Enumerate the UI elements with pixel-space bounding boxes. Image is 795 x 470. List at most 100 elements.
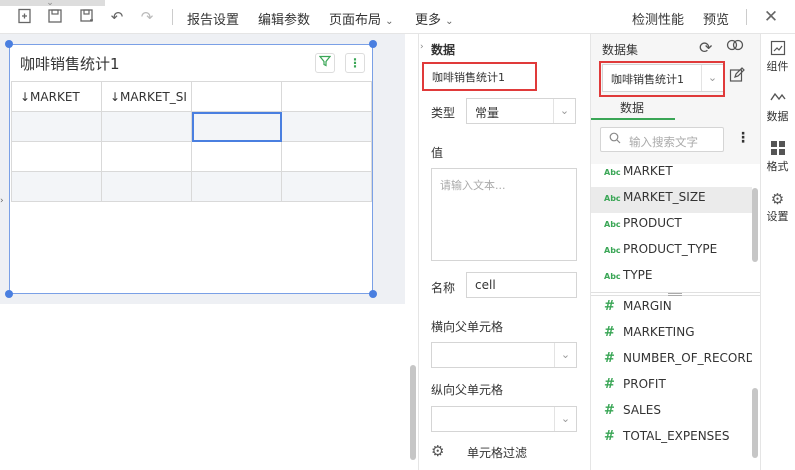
abc-icon: Abc bbox=[604, 168, 621, 177]
table-cell[interactable] bbox=[191, 81, 282, 112]
redo-icon[interactable]: ↷ bbox=[138, 8, 156, 26]
chevron-down-icon: ⌄ bbox=[554, 407, 576, 431]
list-item[interactable]: # MARGIN bbox=[604, 299, 672, 319]
type-value: 常量 bbox=[475, 106, 500, 120]
field-name: SALES bbox=[623, 403, 661, 417]
list-item[interactable]: # TOTAL_EXPENSES bbox=[604, 429, 729, 449]
close-icon[interactable]: ✕ bbox=[762, 8, 780, 26]
list-item[interactable]: Abc PRODUCT bbox=[604, 216, 682, 236]
search-placeholder: 输入搜索文字 bbox=[629, 135, 698, 149]
report-component[interactable]: 咖啡销售统计1 ⋮ ↓MARKET ↓MARKET_SI bbox=[9, 44, 373, 294]
chevron-right-icon[interactable]: › bbox=[0, 196, 8, 210]
number-icon: # bbox=[604, 429, 615, 444]
table-cell[interactable] bbox=[11, 171, 102, 202]
save-as-icon[interactable] bbox=[78, 8, 96, 26]
chevron-down-icon: ⌄ bbox=[385, 16, 394, 27]
undo-icon[interactable]: ↶ bbox=[108, 8, 126, 26]
value-placeholder: 请输入文本... bbox=[440, 179, 506, 192]
list-item[interactable]: # NUMBER_OF_RECORD bbox=[604, 351, 752, 371]
edit-params-button[interactable]: 编辑参数 bbox=[258, 9, 310, 28]
table-cell[interactable] bbox=[281, 171, 372, 202]
rail-label: 组件 bbox=[766, 60, 789, 73]
value-textarea[interactable]: 请输入文本... bbox=[431, 168, 577, 261]
field-name: PROFIT bbox=[623, 377, 666, 391]
list-item[interactable]: # PROFIT bbox=[604, 377, 666, 397]
save-icon[interactable] bbox=[46, 8, 64, 26]
table-cell-market[interactable]: ↓MARKET bbox=[11, 81, 102, 112]
abc-icon: Abc bbox=[604, 220, 621, 229]
v-parent-select[interactable]: ⌄ bbox=[431, 406, 577, 432]
field-name: PRODUCT_TYPE bbox=[623, 242, 718, 256]
link-icon[interactable] bbox=[726, 38, 744, 55]
dataset-name: 咖啡销售统计1 bbox=[432, 71, 505, 84]
search-icon bbox=[609, 132, 621, 147]
resize-handle[interactable] bbox=[369, 290, 377, 298]
rail-item-data[interactable]: 数据 bbox=[760, 90, 795, 124]
table-cell[interactable] bbox=[281, 141, 372, 172]
more-vertical-icon[interactable]: ⋮ bbox=[736, 130, 750, 146]
table-cell[interactable] bbox=[191, 171, 282, 202]
field-name: TYPE bbox=[623, 268, 653, 282]
tab-data[interactable]: 数据 bbox=[620, 99, 644, 116]
list-item[interactable]: Abc TYPE bbox=[604, 268, 652, 288]
edit-icon[interactable] bbox=[729, 67, 745, 87]
table-cell-market-size[interactable]: ↓MARKET_SI bbox=[101, 81, 192, 112]
table-cell[interactable] bbox=[101, 141, 192, 172]
more-label: 更多 bbox=[415, 13, 442, 28]
data-icon bbox=[760, 90, 795, 108]
check-performance-button[interactable]: 检测性能 bbox=[632, 9, 684, 28]
table-cell[interactable] bbox=[101, 171, 192, 202]
more-vertical-icon[interactable]: ⋮ bbox=[345, 53, 365, 73]
rail-item-format[interactable]: 格式 bbox=[760, 140, 795, 174]
format-icon bbox=[760, 140, 795, 158]
rail-item-settings[interactable]: ⚙ 设置 bbox=[760, 190, 795, 224]
field-name: MARKET_SIZE bbox=[623, 190, 706, 204]
highlight-box bbox=[599, 61, 725, 97]
more-menu[interactable]: 更多 ⌄ bbox=[415, 9, 454, 28]
page-layout-menu[interactable]: 页面布局 ⌄ bbox=[329, 9, 394, 28]
report-settings-button[interactable]: 报告设置 bbox=[187, 9, 239, 28]
rail-item-components[interactable]: 组件 bbox=[760, 40, 795, 74]
table-cell[interactable] bbox=[101, 111, 192, 142]
table-cell[interactable] bbox=[11, 111, 102, 142]
list-item[interactable]: Abc PRODUCT_TYPE bbox=[604, 242, 717, 262]
scrollbar[interactable] bbox=[752, 388, 758, 458]
cell-filter-button[interactable]: 单元格过滤 bbox=[467, 444, 527, 461]
filter-icon[interactable] bbox=[315, 53, 335, 73]
selected-cell[interactable] bbox=[191, 111, 282, 142]
abc-icon: Abc bbox=[604, 246, 621, 255]
toolbar: ⌄ ↶ ↷ 报告设置 编辑参数 页面布局 ⌄ 更多 ⌄ 检测性能 预览 ✕ bbox=[0, 0, 795, 34]
h-parent-select[interactable]: ⌄ bbox=[431, 342, 577, 368]
chevron-down-icon: ⌄ bbox=[445, 16, 454, 27]
list-item[interactable]: Abc MARKET bbox=[604, 164, 673, 184]
resize-handle[interactable] bbox=[5, 40, 13, 48]
preview-button[interactable]: 预览 bbox=[703, 9, 729, 28]
drag-handle-icon[interactable] bbox=[668, 293, 682, 296]
number-icon: # bbox=[604, 377, 615, 392]
field-name: TOTAL_EXPENSES bbox=[623, 429, 730, 443]
resize-handle[interactable] bbox=[369, 40, 377, 48]
list-item[interactable]: # SALES bbox=[604, 403, 661, 423]
refresh-icon[interactable]: ⟳ bbox=[699, 38, 712, 57]
table-cell[interactable] bbox=[11, 141, 102, 172]
new-report-icon[interactable] bbox=[16, 8, 34, 26]
rail-label: 设置 bbox=[766, 210, 789, 223]
report-grid: ↓MARKET ↓MARKET_SI bbox=[11, 81, 372, 202]
name-input[interactable]: cell bbox=[466, 272, 577, 298]
number-icon: # bbox=[604, 325, 615, 340]
table-cell[interactable] bbox=[281, 111, 372, 142]
chevron-right-icon[interactable]: › bbox=[420, 42, 424, 52]
gear-icon[interactable]: ⚙ bbox=[431, 442, 444, 460]
table-cell[interactable] bbox=[281, 81, 372, 112]
list-item[interactable]: # MARKETING bbox=[604, 325, 695, 345]
chevron-down-icon[interactable]: ⌄ bbox=[40, 0, 60, 8]
scrollbar[interactable] bbox=[752, 188, 758, 262]
number-icon: # bbox=[604, 351, 615, 366]
list-item[interactable]: Abc MARKET_SIZE bbox=[604, 190, 706, 210]
search-input[interactable]: 输入搜索文字 bbox=[600, 127, 724, 152]
scrollbar[interactable] bbox=[410, 365, 416, 460]
type-select[interactable]: 常量 ⌄ bbox=[466, 98, 576, 124]
table-cell[interactable] bbox=[191, 141, 282, 172]
field-name: MARKETING bbox=[623, 325, 695, 339]
resize-handle[interactable] bbox=[5, 290, 13, 298]
